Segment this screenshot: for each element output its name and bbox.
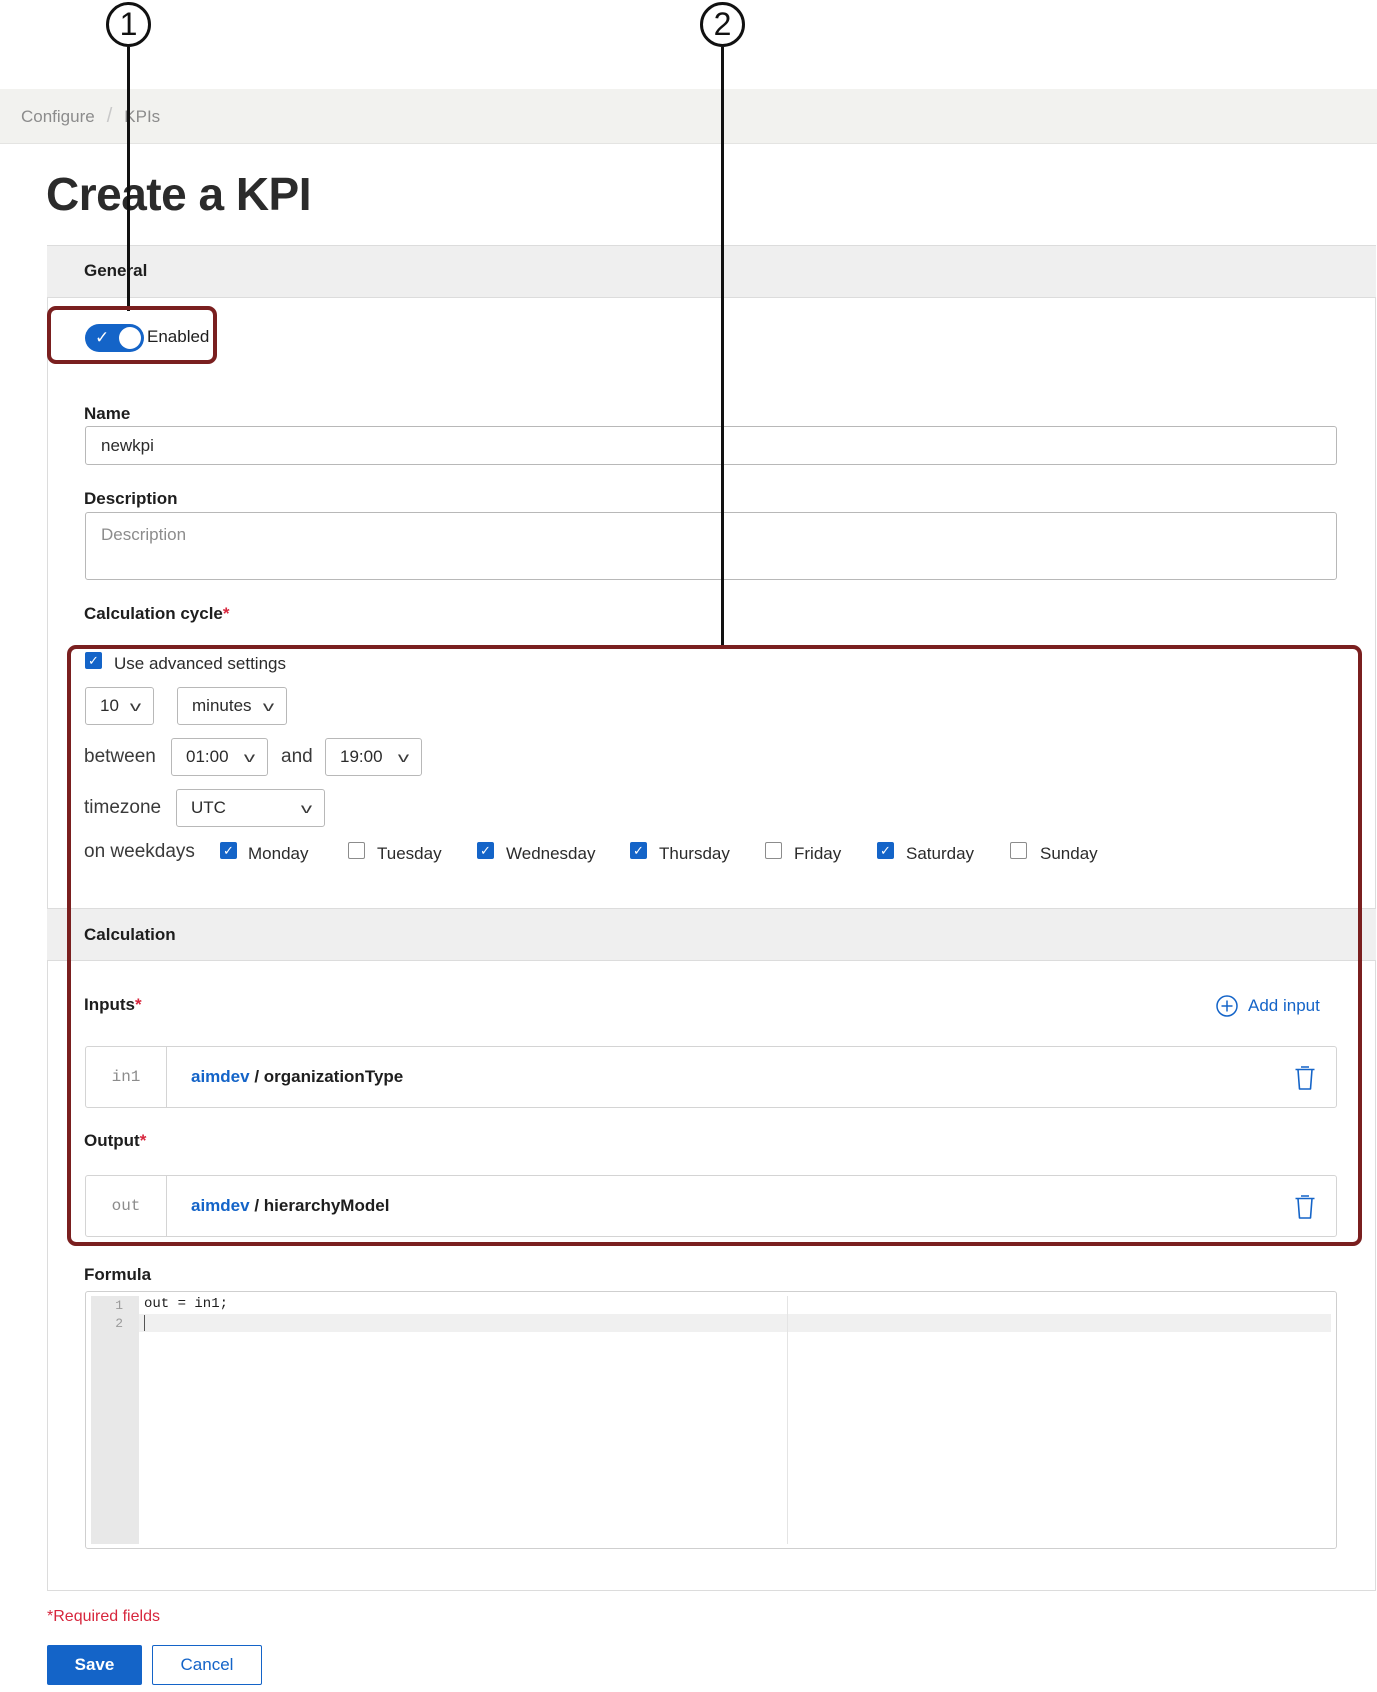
breadcrumb: Configure / KPIs (21, 105, 160, 128)
callout-2-highlight (67, 645, 1362, 1246)
code-line: out = in1; (144, 1296, 229, 1312)
name-input[interactable]: newkpi (85, 426, 1337, 465)
callout-2: 2 (700, 2, 745, 47)
breadcrumb-bar (0, 89, 1377, 144)
formula-editor[interactable]: 1 2 out = in1; (85, 1291, 1337, 1549)
print-margin (787, 1296, 788, 1544)
breadcrumb-configure[interactable]: Configure (21, 107, 95, 127)
save-button[interactable]: Save (47, 1645, 142, 1685)
calculation-cycle-label: Calculation cycle* (84, 604, 230, 623)
name-label: Name (84, 404, 131, 423)
description-label: Description (84, 489, 178, 508)
line-number: 1 (115, 1298, 123, 1313)
formula-label: Formula (84, 1265, 152, 1284)
callout-1: 1 (106, 2, 151, 47)
line-number-gutter: 1 2 (91, 1296, 139, 1544)
description-input[interactable]: Description (85, 512, 1337, 580)
line-number: 2 (115, 1316, 123, 1331)
text-cursor (144, 1315, 145, 1331)
callout-2-leader-line (721, 47, 724, 647)
required-marker: * (222, 604, 230, 623)
active-line-highlight (91, 1314, 1331, 1332)
page-title: Create a KPI (46, 168, 312, 220)
general-section-title: General (84, 261, 148, 280)
callout-1-highlight (47, 306, 217, 364)
callout-1-leader-line (127, 47, 130, 311)
general-section-header (47, 245, 1376, 298)
breadcrumb-separator: / (106, 105, 113, 127)
required-fields-note: *Required fields (47, 1608, 160, 1625)
cancel-button[interactable]: Cancel (152, 1645, 262, 1685)
